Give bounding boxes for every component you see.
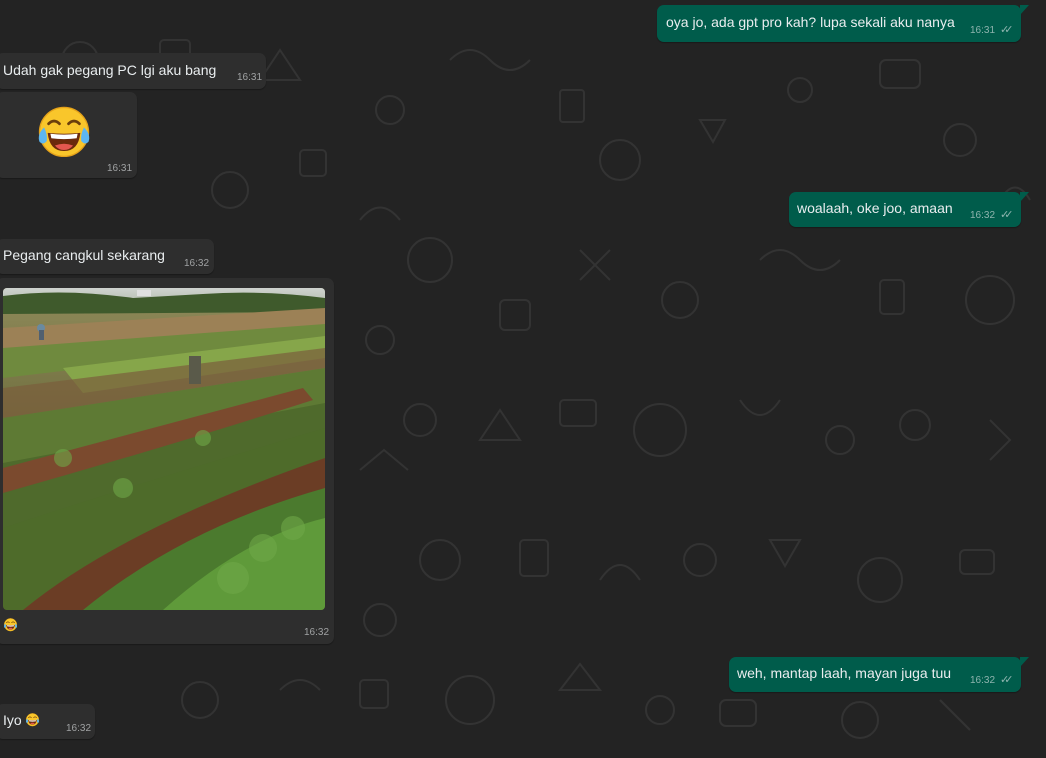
message-bubble-outgoing[interactable]: oya jo, ada gpt pro kah? lupa sekali aku… [657,5,1029,42]
message-text: Pegang cangkul sekarang [3,247,165,263]
face-with-tears-of-joy-emoji [35,102,93,160]
message-time: 16:32 [66,723,92,734]
message-text: oya jo, ada gpt pro kah? lupa sekali aku… [666,14,955,30]
message-bubble-outgoing[interactable]: woalaah, oke joo, amaan 16:32 ✓✓ [789,192,1029,227]
message-bubble-outgoing[interactable]: weh, mantap laah, mayan juga tuu 16:32 ✓… [729,657,1029,692]
double-check-icon: ✓✓ [1000,674,1014,686]
message-time: 16:31 [970,25,996,36]
message-bubble-incoming[interactable]: 16:31 [0,92,137,178]
message-text: weh, mantap laah, mayan juga tuu [737,665,952,681]
message-time: 16:31 [107,163,133,174]
double-check-icon: ✓✓ [1000,209,1014,221]
message-time: 16:31 [237,72,263,83]
message-bubble-incoming[interactable]: Iyo 16:32 [0,704,95,739]
message-time: 16:32 [970,675,996,686]
face-with-tears-of-joy-emoji [3,617,18,632]
message-bubble-incoming-image[interactable]: 16:32 [0,278,334,644]
message-text: Udah gak pegang PC lgi aku bang [3,62,217,78]
message-bubble-incoming[interactable]: Udah gak pegang PC lgi aku bang 16:31 [0,53,266,89]
face-with-tears-of-joy-emoji [25,712,40,727]
double-check-icon: ✓✓ [1000,24,1014,36]
message-time: 16:32 [184,258,210,269]
message-time: 16:32 [304,627,330,638]
message-bubble-incoming[interactable]: Pegang cangkul sekarang 16:32 [0,239,214,274]
message-text-value: Iyo [3,712,22,728]
bubble-tail [1020,657,1029,667]
message-text: woalaah, oke joo, amaan [797,200,953,216]
message-text: Iyo [3,712,40,728]
chat-area[interactable]: oya jo, ada gpt pro kah? lupa sekali aku… [0,0,1046,758]
bubble-tail [1020,192,1029,202]
message-time: 16:32 [970,210,996,221]
bubble-tail [1020,5,1029,15]
farmland-photo[interactable] [3,288,325,610]
